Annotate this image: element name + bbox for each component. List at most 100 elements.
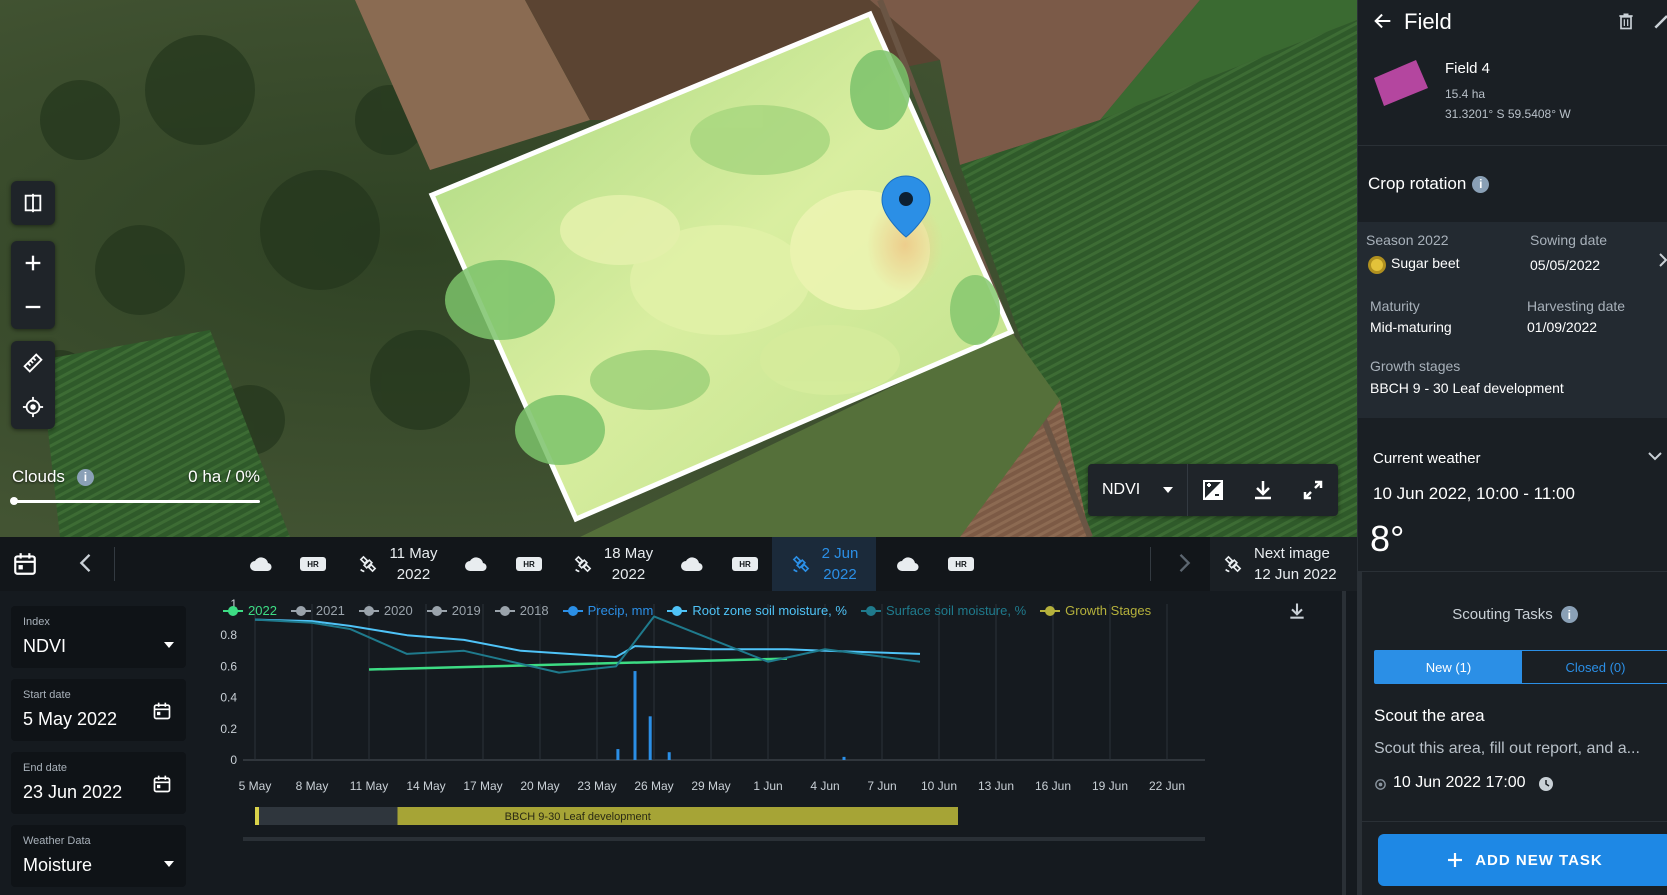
compare-tool[interactable]	[11, 181, 55, 225]
series-line-root-zone-soil-moisture	[254, 618, 921, 659]
maturity-label: Maturity	[1370, 298, 1420, 314]
weather-data-select[interactable]: Weather Data Moisture	[11, 825, 186, 887]
timeline-date-11-may[interactable]: 11 May 2022	[345, 537, 450, 591]
y-tick-label: 0.6	[220, 659, 237, 673]
harvesting-date-value: 01/09/2022	[1527, 319, 1598, 335]
chevron-right-icon[interactable]	[1658, 252, 1667, 268]
chevron-down-icon[interactable]	[1647, 448, 1663, 464]
x-tick-label: 16 Jun	[1035, 779, 1071, 793]
hr-badge: HR	[948, 557, 974, 571]
legend-marker-icon	[494, 605, 515, 616]
timeline-date-18-may[interactable]: 18 May 2022	[560, 537, 665, 591]
x-tick-label: 26 May	[634, 779, 673, 793]
crop-name: Sugar beet	[1391, 255, 1460, 271]
legend-item[interactable]: Surface soil moisture, %	[860, 603, 1026, 618]
season-card[interactable]: Season 2022 Sugar beet Sowing date 05/05…	[1358, 222, 1667, 418]
tab-new[interactable]: New (1)	[1375, 651, 1522, 683]
index-value: NDVI	[23, 636, 67, 656]
satellite-map[interactable]: Clouds i 0 ha / 0% NDVI	[0, 0, 1357, 537]
task-card[interactable]: Scout the area Scout this area, fill out…	[1362, 684, 1667, 822]
clouds-slider[interactable]	[10, 497, 260, 505]
pencil-icon[interactable]	[1652, 11, 1667, 31]
start-date-field[interactable]: Start date 5 May 2022	[11, 679, 186, 741]
legend-item[interactable]: Growth Stages	[1040, 603, 1151, 618]
calendar-icon[interactable]	[152, 701, 172, 721]
end-date-field[interactable]: End date 23 Jun 2022	[11, 752, 186, 814]
info-icon[interactable]: i	[76, 468, 94, 486]
legend-item[interactable]: 2019	[426, 603, 481, 618]
hr-badge: HR	[732, 557, 758, 571]
cloud-icon	[465, 557, 487, 572]
plus-icon	[1448, 853, 1463, 867]
info-icon[interactable]: i	[1560, 606, 1578, 623]
zoom-in-icon[interactable]	[11, 241, 55, 285]
task-description: Scout this area, fill out report, and a.…	[1374, 740, 1640, 757]
legend-marker-icon	[860, 605, 881, 616]
harvesting-date-label: Harvesting date	[1527, 298, 1626, 314]
calendar-icon[interactable]	[12, 551, 38, 577]
field-name: Field 4	[1445, 60, 1491, 77]
x-tick-label: 14 May	[406, 779, 445, 793]
hr-image-item[interactable]: HR	[948, 537, 974, 591]
split-view-icon[interactable]	[11, 181, 55, 225]
info-icon[interactable]: i	[1472, 175, 1490, 193]
contrast-button[interactable]	[1188, 464, 1238, 516]
timeline-date-label: 18 May 2022	[603, 545, 654, 583]
tab-closed[interactable]: Closed (0)	[1522, 651, 1667, 683]
panel-scrollbar[interactable]	[1342, 591, 1346, 895]
sugar-beet-icon	[1368, 256, 1386, 274]
timeline-date-2-jun[interactable]: 2 Jun 2022	[772, 537, 876, 591]
growth-stage-marker	[255, 807, 259, 825]
scouting-title-label: Scouting Tasks	[1452, 606, 1553, 623]
legend-item[interactable]: Precip, mm	[562, 603, 654, 618]
x-tick-label: 22 Jun	[1149, 779, 1185, 793]
chevron-right-icon[interactable]	[1170, 549, 1198, 577]
cloudy-image-item[interactable]	[461, 537, 491, 591]
location-icon	[1375, 779, 1386, 790]
clock-icon	[1539, 777, 1553, 791]
task-date: 10 Jun 2022 17:00	[1393, 774, 1526, 791]
legend-item[interactable]: Root zone soil moisture, %	[667, 603, 847, 618]
precip-bar	[616, 749, 620, 760]
scouting-tabs: New (1) Closed (0)	[1374, 650, 1667, 684]
hr-image-item[interactable]: HR	[732, 537, 758, 591]
legend-item[interactable]: 2018	[494, 603, 549, 618]
download-button[interactable]	[1238, 464, 1288, 516]
cloudy-image-item[interactable]	[677, 537, 707, 591]
divider	[1150, 547, 1151, 581]
zoom-out-icon[interactable]	[11, 285, 55, 329]
index-select[interactable]: Index NDVI	[11, 606, 186, 668]
locate-icon[interactable]	[11, 385, 55, 429]
ruler-icon[interactable]	[11, 341, 55, 385]
y-tick-label: 0.8	[220, 628, 237, 642]
hr-image-item[interactable]: HR	[516, 537, 542, 591]
cloudy-image-item[interactable]	[893, 537, 923, 591]
trash-icon[interactable]	[1616, 11, 1636, 31]
weather-title: Current weather	[1373, 450, 1481, 467]
layer-select[interactable]: NDVI	[1088, 464, 1188, 516]
legend-label: Precip, mm	[587, 603, 654, 618]
download-icon[interactable]	[1287, 601, 1307, 621]
cloudy-image-item[interactable]	[246, 537, 276, 591]
legend-marker-icon	[358, 605, 379, 616]
crop-rotation-heading: Crop rotation i	[1368, 174, 1490, 194]
legend-item[interactable]: 2020	[358, 603, 413, 618]
end-date-value: 23 Jun 2022	[23, 782, 123, 802]
slider-handle[interactable]	[10, 497, 18, 505]
end-date-label: End date	[23, 762, 68, 774]
fullscreen-button[interactable]	[1288, 464, 1338, 516]
add-new-task-button[interactable]: ADD NEW TASK	[1378, 834, 1667, 886]
chevron-left-icon[interactable]	[72, 549, 100, 577]
legend-item[interactable]: 2021	[290, 603, 345, 618]
legend-item[interactable]: 2022	[223, 603, 277, 618]
cloud-icon	[897, 557, 919, 572]
hr-image-item[interactable]: HR	[300, 537, 326, 591]
precip-bar	[667, 752, 671, 760]
scouting-tasks: Scouting Tasks i New (1) Closed (0) Scou…	[1358, 572, 1667, 895]
fullscreen-icon	[1303, 480, 1323, 500]
arrow-left-icon[interactable]	[1372, 10, 1394, 32]
legend-label: 2022	[248, 603, 277, 618]
maturity-value: Mid-maturing	[1370, 319, 1452, 335]
legend-marker-icon	[1040, 605, 1061, 616]
calendar-icon[interactable]	[152, 774, 172, 794]
